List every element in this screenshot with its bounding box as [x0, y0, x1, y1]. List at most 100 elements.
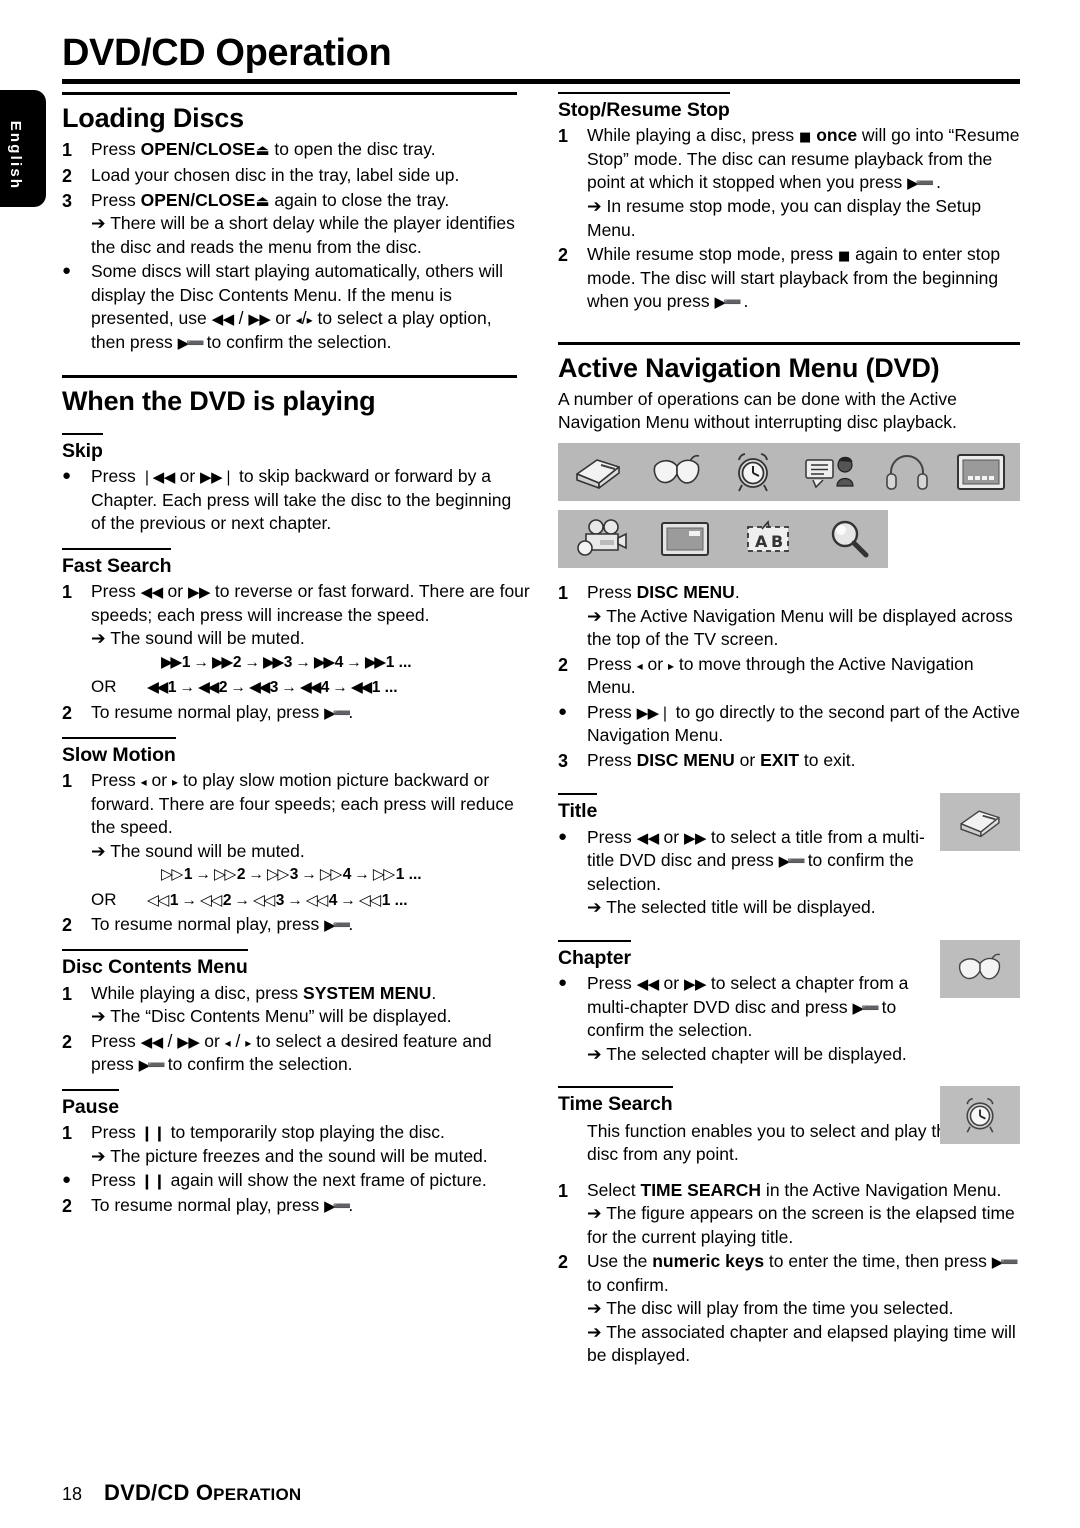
text-run: Press [587, 826, 637, 847]
speed-step: 1 [395, 866, 405, 884]
result-note: ➔ The figure appears on the screen is th… [587, 1203, 1015, 1247]
slow-reverse-icon: ◁◁ [252, 890, 275, 909]
time-search-intro: This function enables you to select and … [587, 1120, 956, 1164]
list-text: Press ❙❙ to temporarily stop playing the… [91, 1121, 530, 1168]
heading-stop-resume-stop: Stop/Resume Stop [558, 99, 730, 121]
ellipsis: ... [408, 866, 422, 884]
ab-repeat-icon[interactable]: AB [726, 510, 810, 568]
heading-pause: Pause [62, 1095, 119, 1118]
subsection-skip-header: Skip [62, 432, 103, 463]
list-marker: 1 [62, 140, 73, 161]
list-text: Press DISC MENU or EXIT to exit. [587, 749, 1020, 773]
text-run: . [348, 701, 354, 722]
section-when-dvd-playing-header: When the DVD is playing [62, 374, 517, 417]
fast-forward-icon: ▶▶ [177, 1032, 200, 1051]
sequence-arrow-icon: → [281, 679, 297, 697]
play-icon: ▶➖ [138, 1056, 166, 1075]
text-run: Press [91, 139, 141, 160]
sequence-arrow-icon: → [295, 653, 311, 671]
result-note: ➔ The sound will be muted. [91, 628, 305, 649]
text-run: to confirm. [587, 1274, 669, 1295]
play-icon: ▶➖ [324, 703, 351, 722]
list-marker: 2 [62, 1031, 73, 1052]
fast-forward-icon: ▶▶ [211, 652, 233, 671]
result-note: ➔ The sound will be muted. [91, 840, 305, 861]
list-item: 2 While resume stop mode, press ■ again … [558, 243, 1020, 314]
sequence-arrow-icon: → [234, 891, 250, 909]
footer-title-rest: PERATION [213, 1485, 302, 1504]
subsection-slow-motion-header: Slow Motion [62, 736, 176, 767]
list-marker: 2 [62, 915, 73, 936]
left-column: Loading Discs 1 Press OPEN/CLOSE⏏ to ope… [62, 92, 530, 1218]
text-run: / [162, 1030, 178, 1051]
key-label: TIME SEARCH [640, 1179, 762, 1200]
heading-active-navigation-menu: Active Navigation Menu (DVD) [558, 352, 940, 383]
text-run: or [162, 581, 188, 602]
text-run: While playing a disc, press [91, 982, 304, 1003]
list-text: To resume normal play, press ▶➖. [91, 913, 530, 937]
heading-skip: Skip [62, 439, 103, 462]
list-item: 1 Press ◂ or ▸ to play slow motion pictu… [62, 769, 530, 912]
eject-icon: ⏏ [255, 191, 270, 210]
text-run: . [734, 582, 740, 603]
slow-reverse-icon: ◁◁ [305, 890, 328, 909]
text-run: Press [91, 1030, 141, 1051]
audio-headphones-icon[interactable] [871, 443, 942, 501]
svg-text:B: B [771, 532, 783, 551]
chapter-open-book-icon[interactable] [637, 443, 716, 501]
active-navigation-icon-row-1 [558, 443, 1020, 502]
eject-icon: ⏏ [255, 141, 270, 160]
rewind-icon: ◀◀ [636, 975, 660, 993]
subsection-time-search-header: Time Search [558, 1086, 673, 1116]
text-run: Press [587, 701, 637, 722]
stop-icon: ■ [799, 130, 812, 146]
text-run: While playing a disc, press [587, 125, 800, 146]
pause-icon: ❙❙ [140, 1124, 166, 1143]
time-search-clock-icon[interactable] [717, 443, 790, 501]
subsection-title: Title ● Press ◀◀ or ▶▶ to select a title… [558, 793, 1020, 920]
list-text: Select TIME SEARCH in the Active Navigat… [587, 1179, 1020, 1250]
svg-text:A: A [755, 532, 768, 551]
text-run: again to close the tray. [269, 189, 450, 210]
speed-step: 1 [385, 653, 395, 671]
picture-screen-icon[interactable] [644, 510, 726, 568]
rewind-icon: ◀◀ [147, 678, 168, 697]
heading-title: Title [558, 800, 598, 823]
fast-forward-icon: ▶▶ [161, 652, 182, 671]
list-item: 2 To resume normal play, press ▶➖. [62, 913, 530, 937]
subtitle-language-icon[interactable] [790, 443, 871, 501]
slow-reverse-icon: ◁◁ [147, 890, 169, 909]
pause-icon: ❙❙ [140, 1172, 166, 1191]
list-item: 1 While playing a disc, press ■ once wil… [558, 124, 1020, 242]
list-item: 1 Press ❙❙ to temporarily stop playing t… [62, 1121, 530, 1168]
screen-display-icon[interactable] [943, 443, 1020, 501]
play-icon: ▶➖ [177, 333, 205, 352]
text-run: or [174, 466, 201, 487]
list-marker: 2 [558, 654, 569, 675]
play-icon: ▶➖ [778, 852, 806, 871]
list-item: ● Press ◀◀ or ▶▶ to select a chapter fro… [558, 972, 928, 1066]
camera-angle-icon[interactable] [558, 510, 644, 568]
slow-forward-icon: ▷▷ [319, 865, 342, 884]
result-note: ➔ The associated chapter and elapsed pla… [587, 1321, 1016, 1366]
subsection-chapter-header: Chapter [558, 939, 631, 970]
text-run: Press [91, 466, 141, 487]
result-note: ➔ The “Disc Contents Menu” will be displ… [91, 1006, 452, 1027]
skip-previous-icon: ❘◀◀ [140, 468, 176, 487]
key-label: DISC MENU [636, 749, 735, 770]
slow-reverse-icon: ◁◁ [358, 890, 381, 909]
list-text: Press ▶▶❘ to go directly to the second p… [587, 701, 1020, 748]
rewind-icon: ◀◀ [140, 583, 164, 602]
title-book-icon[interactable] [558, 443, 637, 501]
section-loading-discs-header: Loading Discs [62, 92, 517, 134]
language-tab: English [0, 90, 46, 207]
list-text: To resume normal play, press ▶➖. [91, 1194, 530, 1218]
result-note: ➔ The selected title will be displayed. [587, 897, 876, 918]
or-label: OR [91, 677, 117, 697]
list-text: Press ❘◀◀ or ▶▶❘ to skip backward or for… [91, 465, 530, 536]
heading-time-search: Time Search [558, 1093, 673, 1116]
sequence-arrow-icon: → [287, 891, 303, 909]
manual-page: English DVD/CD Operation Loading Discs 1… [0, 0, 1080, 1528]
zoom-magnifier-icon[interactable] [810, 510, 888, 568]
list-marker: 1 [558, 583, 569, 604]
